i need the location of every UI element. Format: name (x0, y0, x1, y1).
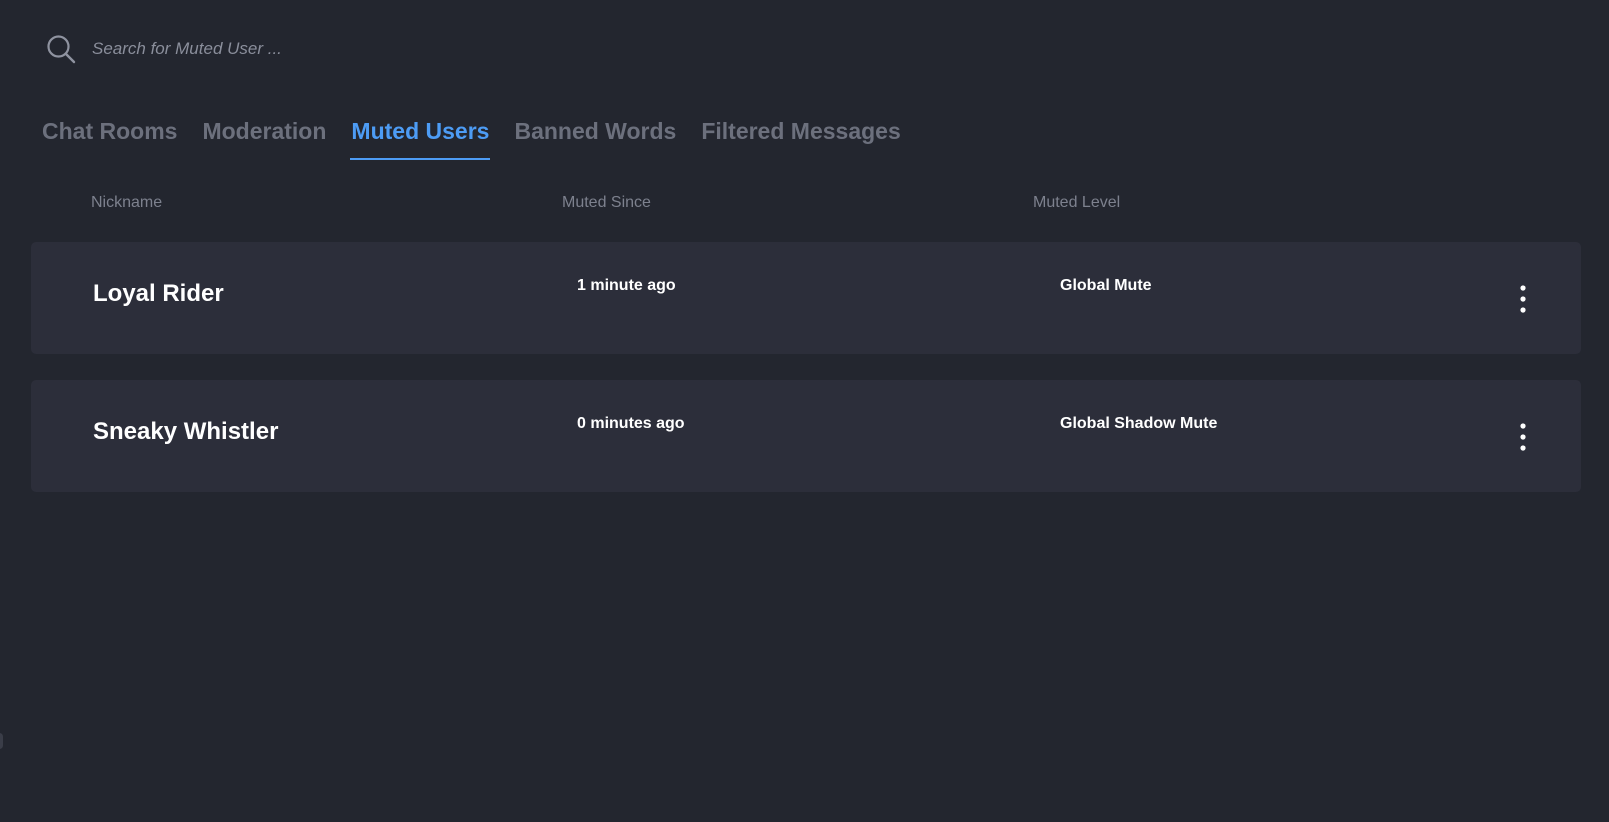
muted-since-cell: 1 minute ago (577, 277, 676, 294)
tab-bar: Chat Rooms Moderation Muted Users Banned… (42, 112, 926, 164)
nickname-cell: Sneaky Whistler (93, 418, 279, 445)
tab-muted-users[interactable]: Muted Users (350, 112, 491, 160)
row-menu-button[interactable] (1511, 418, 1535, 456)
more-vertical-icon (1520, 285, 1526, 313)
table-row: Loyal Rider 1 minute ago Global Mute (31, 242, 1581, 354)
tab-chat-rooms[interactable]: Chat Rooms (42, 112, 177, 158)
tab-banned-words[interactable]: Banned Words (514, 112, 676, 158)
muted-level-cell: Global Shadow Mute (1060, 415, 1218, 432)
muted-since-cell: 0 minutes ago (577, 415, 685, 432)
tab-moderation[interactable]: Moderation (202, 112, 326, 158)
tab-filtered-messages[interactable]: Filtered Messages (701, 112, 900, 158)
nickname-cell: Loyal Rider (93, 280, 224, 307)
column-header-nickname: Nickname (91, 194, 163, 211)
row-menu-button[interactable] (1511, 280, 1535, 318)
more-vertical-icon (1520, 423, 1526, 451)
muted-level-cell: Global Mute (1060, 277, 1152, 294)
table-row: Sneaky Whistler 0 minutes ago Global Sha… (31, 380, 1581, 492)
edge-handle (0, 733, 3, 749)
search-bar (46, 34, 646, 64)
column-header-muted-since: Muted Since (562, 194, 651, 211)
column-header-muted-level: Muted Level (1033, 194, 1121, 211)
search-icon[interactable] (46, 34, 76, 64)
search-input[interactable] (92, 39, 592, 59)
